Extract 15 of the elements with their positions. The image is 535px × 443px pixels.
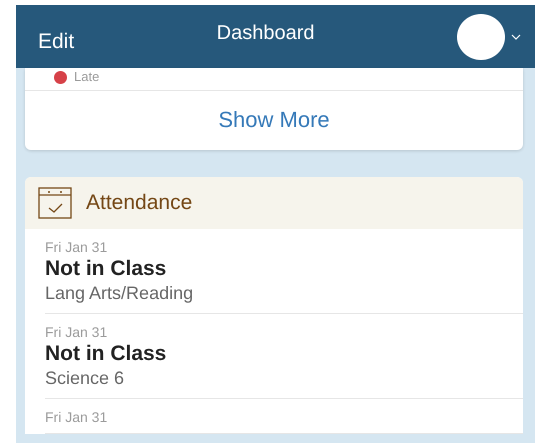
- calendar-check-icon: [38, 187, 72, 219]
- card-title: Attendance: [86, 190, 192, 216]
- class-name: Lang Arts/Reading: [45, 282, 194, 306]
- attendance-status: Not in Class: [45, 256, 168, 282]
- attendance-date: Fri Jan 31: [45, 408, 108, 426]
- show-more-button[interactable]: Show More: [25, 91, 523, 150]
- attendance-date: Fri Jan 31: [45, 322, 108, 342]
- page-title: Dashboard: [216, 20, 316, 46]
- legend-label: Late: [74, 68, 100, 86]
- attendance-status: Not in Class: [45, 341, 168, 368]
- edit-button[interactable]: Edit: [38, 26, 74, 58]
- chevron-down-icon[interactable]: [511, 34, 521, 40]
- attendance-date: Fri Jan 31: [45, 238, 108, 256]
- avatar[interactable]: [457, 14, 505, 60]
- class-name: Science 6: [45, 367, 126, 390]
